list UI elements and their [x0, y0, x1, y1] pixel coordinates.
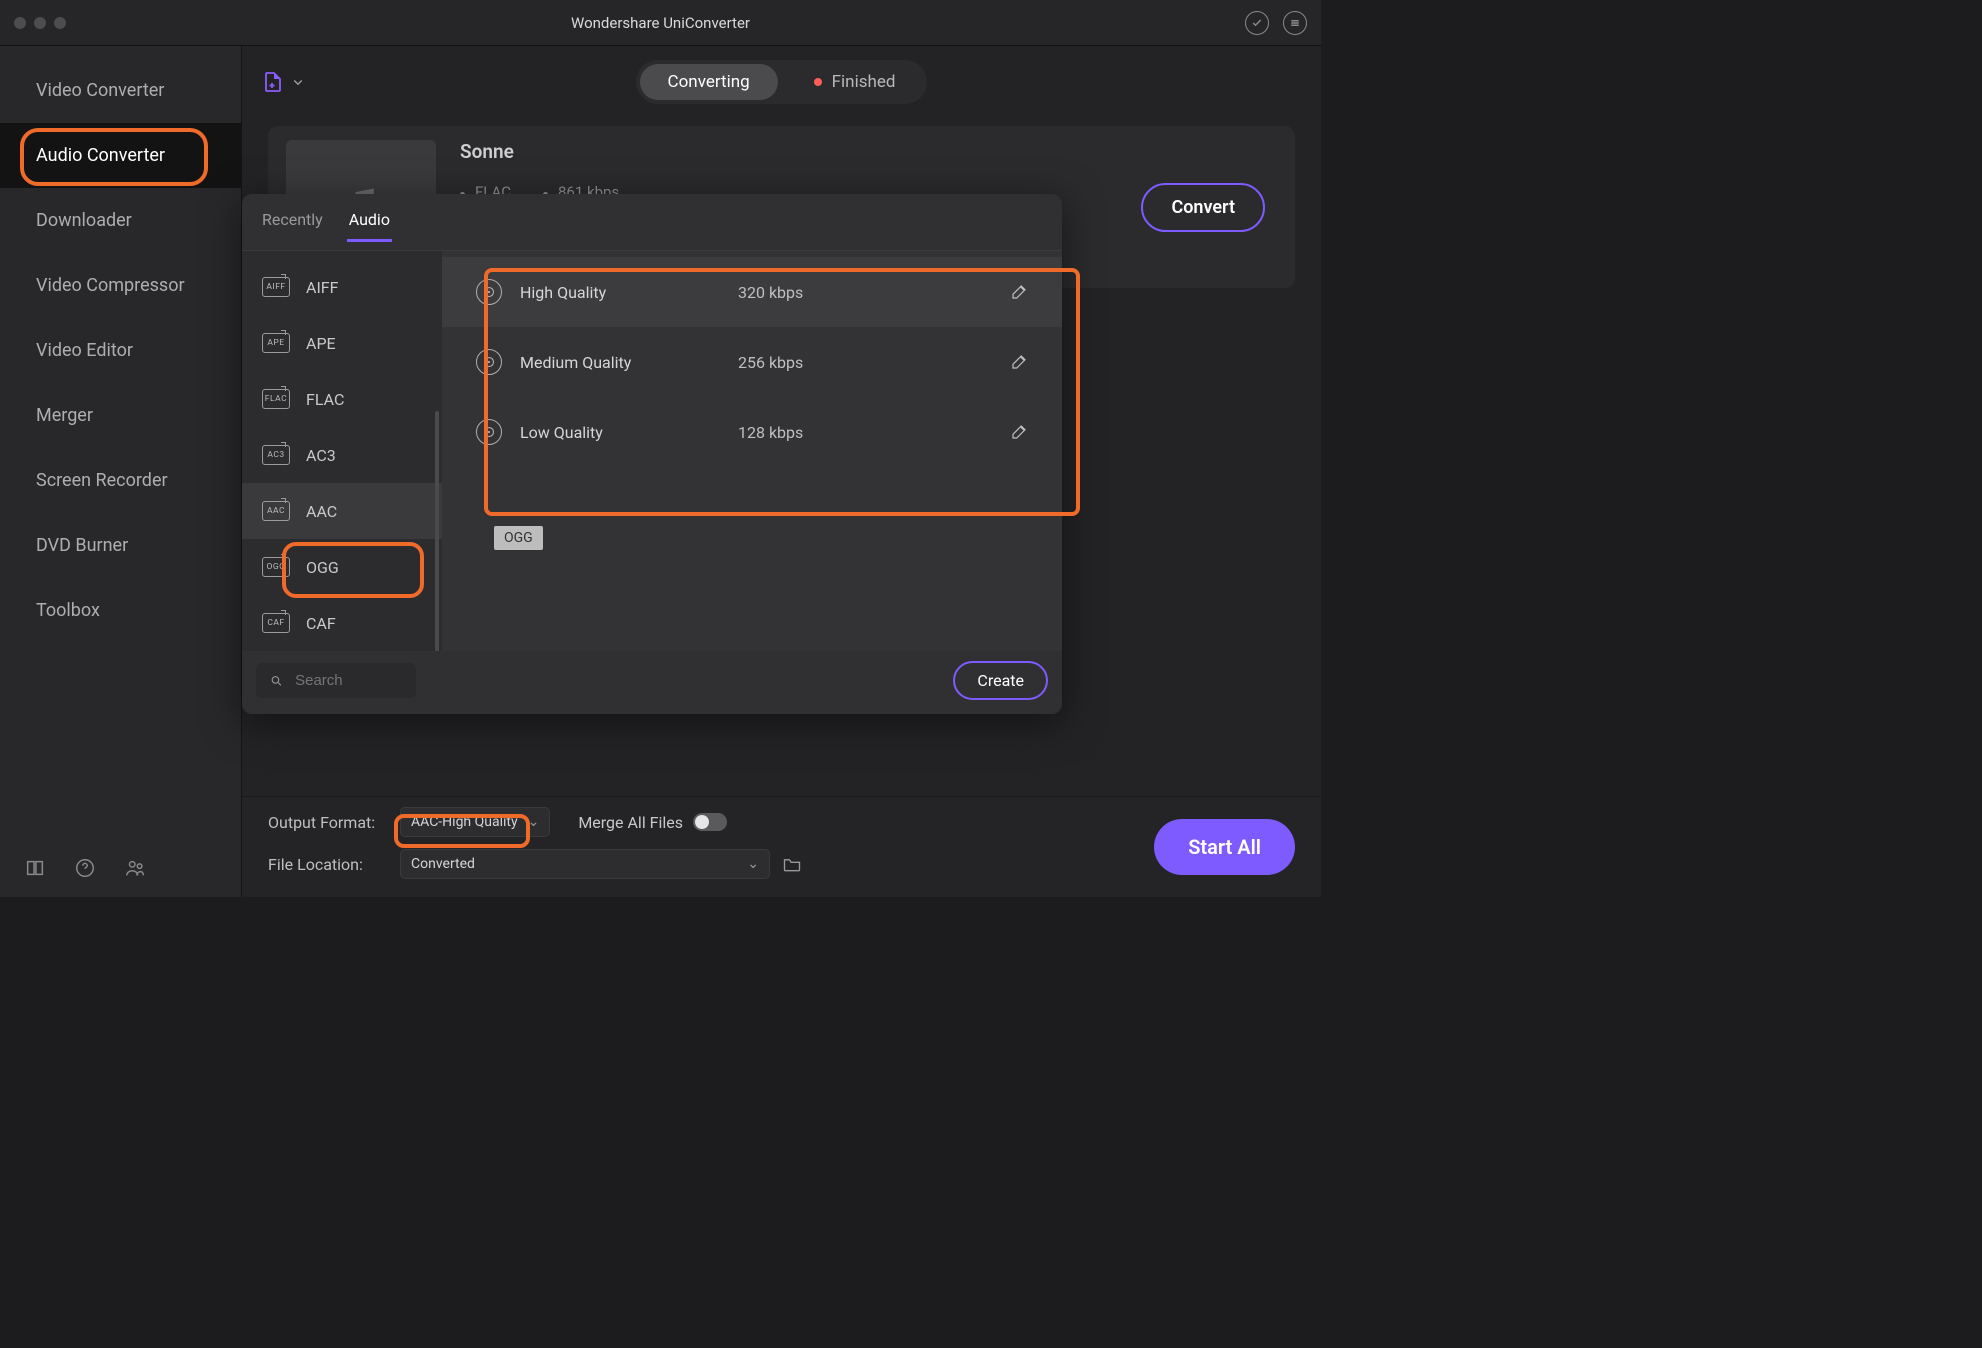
tutorial-icon[interactable] — [24, 857, 46, 879]
format-ape[interactable]: APEAPE — [242, 315, 442, 371]
file-location-value: Converted — [411, 856, 475, 872]
main: Converting Finished Sonne — [242, 46, 1321, 897]
tooltip-ogg: OGG — [494, 526, 543, 550]
minimize-dot[interactable] — [34, 17, 46, 29]
disc-icon — [476, 279, 502, 305]
quality-rate: 320 kbps — [738, 283, 803, 302]
tab-finished[interactable]: Finished — [786, 64, 924, 100]
search-input[interactable] — [293, 671, 402, 690]
quality-row-high[interactable]: High Quality 320 kbps — [442, 257, 1062, 327]
merge-toggle[interactable] — [693, 813, 727, 831]
body: Video Converter Audio Converter Download… — [0, 46, 1321, 897]
file-location-label: File Location: — [268, 855, 388, 874]
sidebar-item-audio-converter[interactable]: Audio Converter — [0, 123, 241, 188]
sidebar: Video Converter Audio Converter Download… — [0, 46, 242, 897]
file-location-select[interactable]: Converted ⌄ — [400, 849, 770, 879]
format-aiff[interactable]: AIFFAIFF — [242, 259, 442, 315]
edit-icon[interactable] — [1010, 283, 1028, 301]
tab-converting[interactable]: Converting — [640, 64, 778, 100]
help-icon[interactable] — [74, 857, 96, 879]
format-ac3[interactable]: AC3AC3 — [242, 427, 442, 483]
merge-toggle-row: Merge All Files — [578, 813, 727, 832]
open-folder-icon[interactable] — [782, 854, 802, 874]
quality-rate: 128 kbps — [738, 423, 803, 442]
sidebar-item-toolbox[interactable]: Toolbox — [0, 578, 241, 643]
quality-rate: 256 kbps — [738, 353, 803, 372]
zoom-dot[interactable] — [54, 17, 66, 29]
search-input-wrapper — [256, 663, 416, 698]
community-icon[interactable] — [124, 857, 146, 879]
quality-row-medium[interactable]: Medium Quality 256 kbps — [442, 327, 1062, 397]
format-list: AIFFAIFF APEAPE FLACFLAC AC3AC3 AACAAC O… — [242, 251, 442, 651]
sidebar-item-merger[interactable]: Merger — [0, 383, 241, 448]
popover-footer: Create — [242, 651, 1062, 714]
output-format-value: AAC-High Quality — [411, 814, 518, 830]
sidebar-item-video-compressor[interactable]: Video Compressor — [0, 253, 241, 318]
quality-label: Medium Quality — [520, 353, 720, 372]
window: Wondershare UniConverter Video Converter… — [0, 0, 1321, 897]
popover-tabs: Recently Audio — [242, 194, 1062, 251]
sidebar-item-screen-recorder[interactable]: Screen Recorder — [0, 448, 241, 513]
window-controls — [14, 17, 66, 29]
convert-button[interactable]: Convert — [1141, 183, 1265, 232]
output-format-label: Output Format: — [268, 813, 388, 832]
title-right — [1245, 11, 1307, 35]
close-dot[interactable] — [14, 17, 26, 29]
start-all-button[interactable]: Start All — [1154, 819, 1295, 875]
account-icon[interactable] — [1245, 11, 1269, 35]
bottom-bar: Output Format: AAC-High Quality ⌄ Merge … — [242, 796, 1321, 897]
sidebar-item-video-editor[interactable]: Video Editor — [0, 318, 241, 383]
sidebar-footer — [0, 841, 241, 897]
finished-dot-icon — [814, 78, 822, 86]
search-icon — [270, 673, 283, 689]
file-meta: Sonne FLAC 861 kbps — [460, 140, 619, 201]
disc-icon — [476, 349, 502, 375]
quality-row-low[interactable]: Low Quality 128 kbps — [442, 397, 1062, 467]
tab-finished-label: Finished — [832, 72, 896, 92]
tab-converting-label: Converting — [668, 72, 750, 92]
header-tabs: Converting Finished — [242, 60, 1321, 104]
popover-tab-recently[interactable]: Recently — [260, 206, 325, 242]
popover-tab-audio[interactable]: Audio — [347, 206, 392, 242]
sidebar-item-downloader[interactable]: Downloader — [0, 188, 241, 253]
disc-icon — [476, 419, 502, 445]
top-row: Converting Finished — [242, 46, 1321, 118]
edit-icon[interactable] — [1010, 353, 1028, 371]
sidebar-item-dvd-burner[interactable]: DVD Burner — [0, 513, 241, 578]
titlebar: Wondershare UniConverter — [0, 0, 1321, 46]
chevron-down-icon: ⌄ — [528, 814, 540, 830]
format-scrollbar[interactable] — [435, 411, 439, 651]
format-ogg[interactable]: OGGOGG — [242, 539, 442, 595]
chevron-down-icon: ⌄ — [747, 856, 759, 872]
menu-icon[interactable] — [1283, 11, 1307, 35]
output-format-select[interactable]: AAC-High Quality ⌄ — [400, 807, 550, 837]
quality-pane: High Quality 320 kbps Medium Quality 256… — [442, 251, 1062, 651]
create-button[interactable]: Create — [953, 661, 1048, 700]
content: Sonne FLAC 861 kbps Convert Recently Aud… — [242, 118, 1321, 796]
app-title: Wondershare UniConverter — [0, 14, 1321, 32]
sidebar-item-video-converter[interactable]: Video Converter — [0, 58, 241, 123]
edit-icon[interactable] — [1010, 423, 1028, 441]
merge-label: Merge All Files — [578, 813, 683, 832]
quality-label: Low Quality — [520, 423, 720, 442]
tabs-pill: Converting Finished — [636, 60, 928, 104]
popover-body: AIFFAIFF APEAPE FLACFLAC AC3AC3 AACAAC O… — [242, 251, 1062, 651]
format-popover: Recently Audio AIFFAIFF APEAPE FLACFLAC … — [242, 194, 1062, 714]
format-flac[interactable]: FLACFLAC — [242, 371, 442, 427]
format-caf[interactable]: CAFCAF — [242, 595, 442, 651]
file-name: Sonne — [460, 140, 619, 163]
format-aac[interactable]: AACAAC — [242, 483, 442, 539]
quality-label: High Quality — [520, 283, 720, 302]
